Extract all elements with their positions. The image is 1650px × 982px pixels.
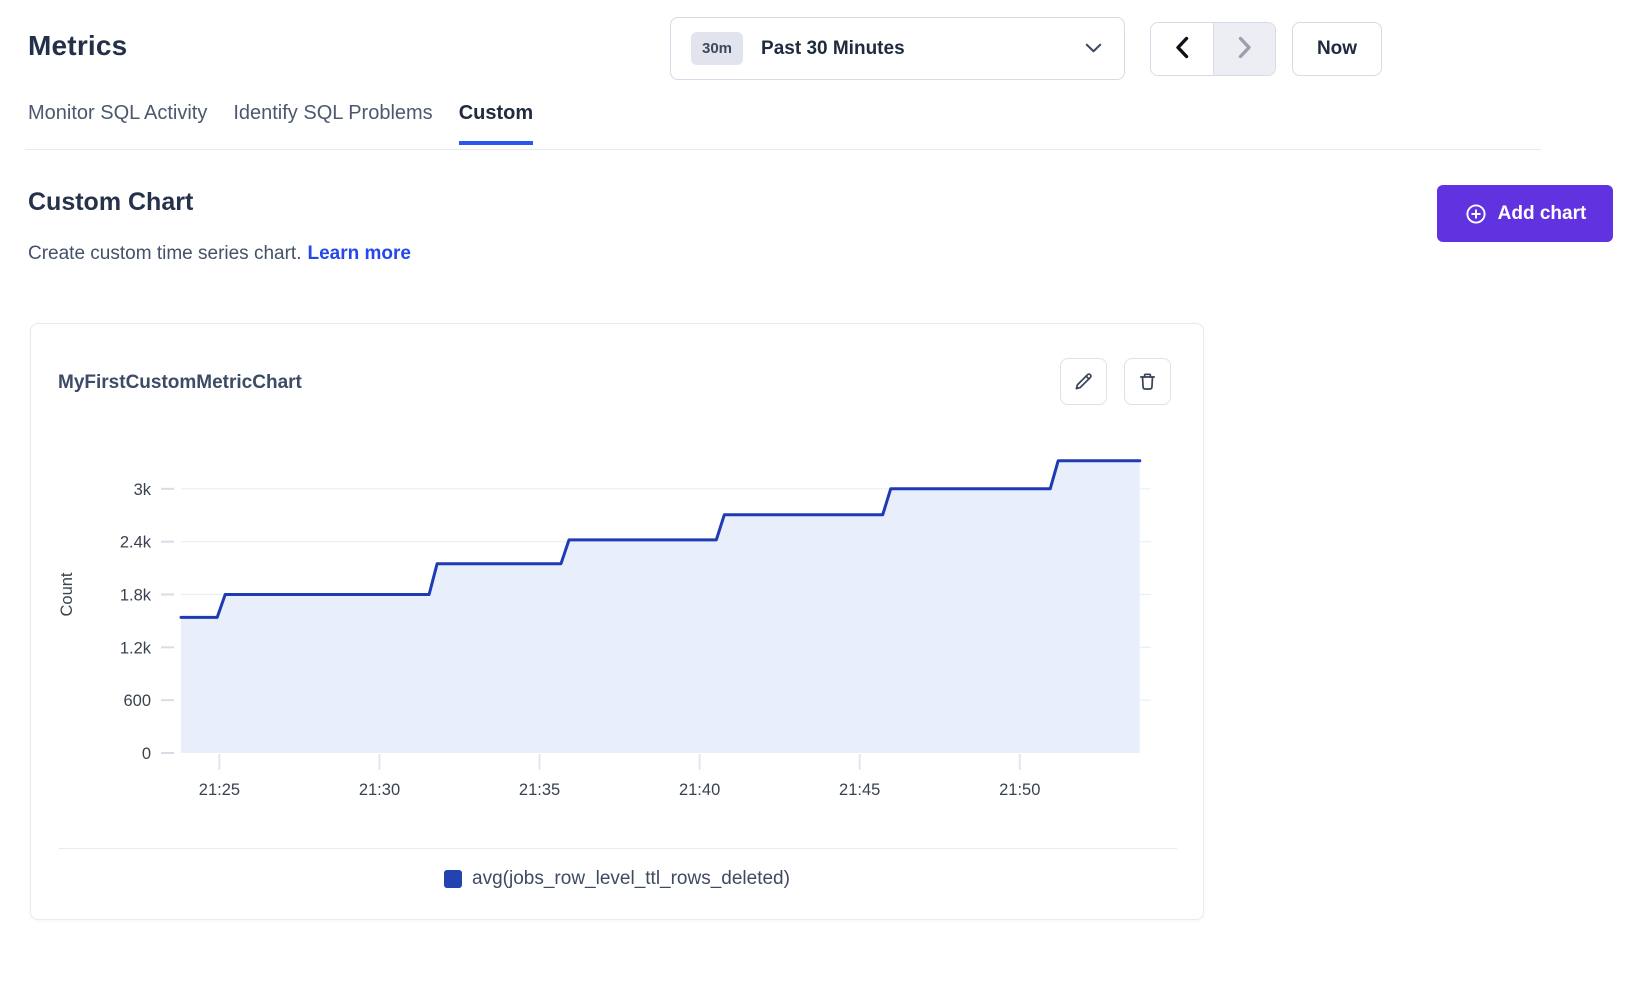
prev-time-button[interactable] bbox=[1151, 23, 1213, 75]
svg-text:1.2k: 1.2k bbox=[120, 639, 152, 657]
svg-text:21:40: 21:40 bbox=[679, 781, 720, 799]
chart-legend: avg(jobs_row_level_ttl_rows_deleted) bbox=[31, 868, 1203, 890]
tab-identify-sql-problems[interactable]: Identify SQL Problems bbox=[233, 102, 432, 145]
svg-text:2.4k: 2.4k bbox=[120, 534, 152, 552]
chevron-down-icon bbox=[1085, 43, 1102, 54]
chart-title: MyFirstCustomMetricChart bbox=[58, 372, 302, 394]
section-description-text: Create custom time series chart. bbox=[28, 243, 301, 264]
legend-swatch bbox=[444, 870, 462, 888]
pencil-icon bbox=[1072, 370, 1095, 393]
svg-text:21:50: 21:50 bbox=[999, 781, 1040, 799]
svg-text:21:30: 21:30 bbox=[359, 781, 400, 799]
plus-circle-icon bbox=[1464, 202, 1488, 226]
now-button[interactable]: Now bbox=[1292, 22, 1382, 76]
time-range-badge: 30m bbox=[691, 32, 743, 65]
add-chart-label: Add chart bbox=[1498, 203, 1587, 225]
tabs-divider bbox=[25, 149, 1541, 150]
svg-text:600: 600 bbox=[123, 692, 151, 710]
trash-icon-button[interactable] bbox=[1124, 358, 1171, 405]
time-range-selector[interactable]: 30m Past 30 Minutes bbox=[670, 17, 1125, 80]
time-range-label: Past 30 Minutes bbox=[761, 38, 905, 60]
section-title: Custom Chart bbox=[28, 188, 193, 217]
chevron-left-icon bbox=[1174, 36, 1191, 62]
legend-label: avg(jobs_row_level_ttl_rows_deleted) bbox=[472, 868, 790, 890]
svg-text:3k: 3k bbox=[134, 481, 152, 499]
svg-text:0: 0 bbox=[142, 745, 151, 763]
tab-monitor-sql-activity[interactable]: Monitor SQL Activity bbox=[28, 102, 207, 145]
svg-text:21:45: 21:45 bbox=[839, 781, 880, 799]
custom-chart-card: MyFirstCustomMetricChart 0 600 1.2k 1.8k 2.4… bbox=[30, 323, 1204, 920]
metrics-page: Metrics 30m Past 30 Minutes Now Monitor … bbox=[0, 0, 1650, 982]
legend-divider bbox=[59, 848, 1177, 849]
edit-chart-button[interactable] bbox=[1060, 358, 1107, 405]
learn-more-link[interactable]: Learn more bbox=[307, 243, 410, 264]
svg-text:1.8k: 1.8k bbox=[120, 587, 152, 605]
svg-text:21:25: 21:25 bbox=[199, 781, 240, 799]
svg-text:21:35: 21:35 bbox=[519, 781, 560, 799]
time-nav-group bbox=[1150, 22, 1276, 76]
add-chart-button[interactable]: Add chart bbox=[1437, 185, 1613, 242]
next-time-button[interactable] bbox=[1213, 23, 1275, 75]
tab-custom[interactable]: Custom bbox=[459, 102, 533, 145]
chevron-right-icon bbox=[1236, 36, 1253, 62]
trash-icon bbox=[1136, 370, 1159, 393]
page-title: Metrics bbox=[28, 30, 127, 62]
svg-text:Count: Count bbox=[58, 572, 76, 616]
metrics-tabs: Monitor SQL Activity Identify SQL Proble… bbox=[28, 102, 533, 145]
custom-chart-plot: 0 600 1.2k 1.8k 2.4k 3k 21:25 21:30 21:35 21:40 21… bbox=[31, 414, 1205, 824]
section-description: Create custom time series chart. Learn mo… bbox=[28, 243, 411, 265]
